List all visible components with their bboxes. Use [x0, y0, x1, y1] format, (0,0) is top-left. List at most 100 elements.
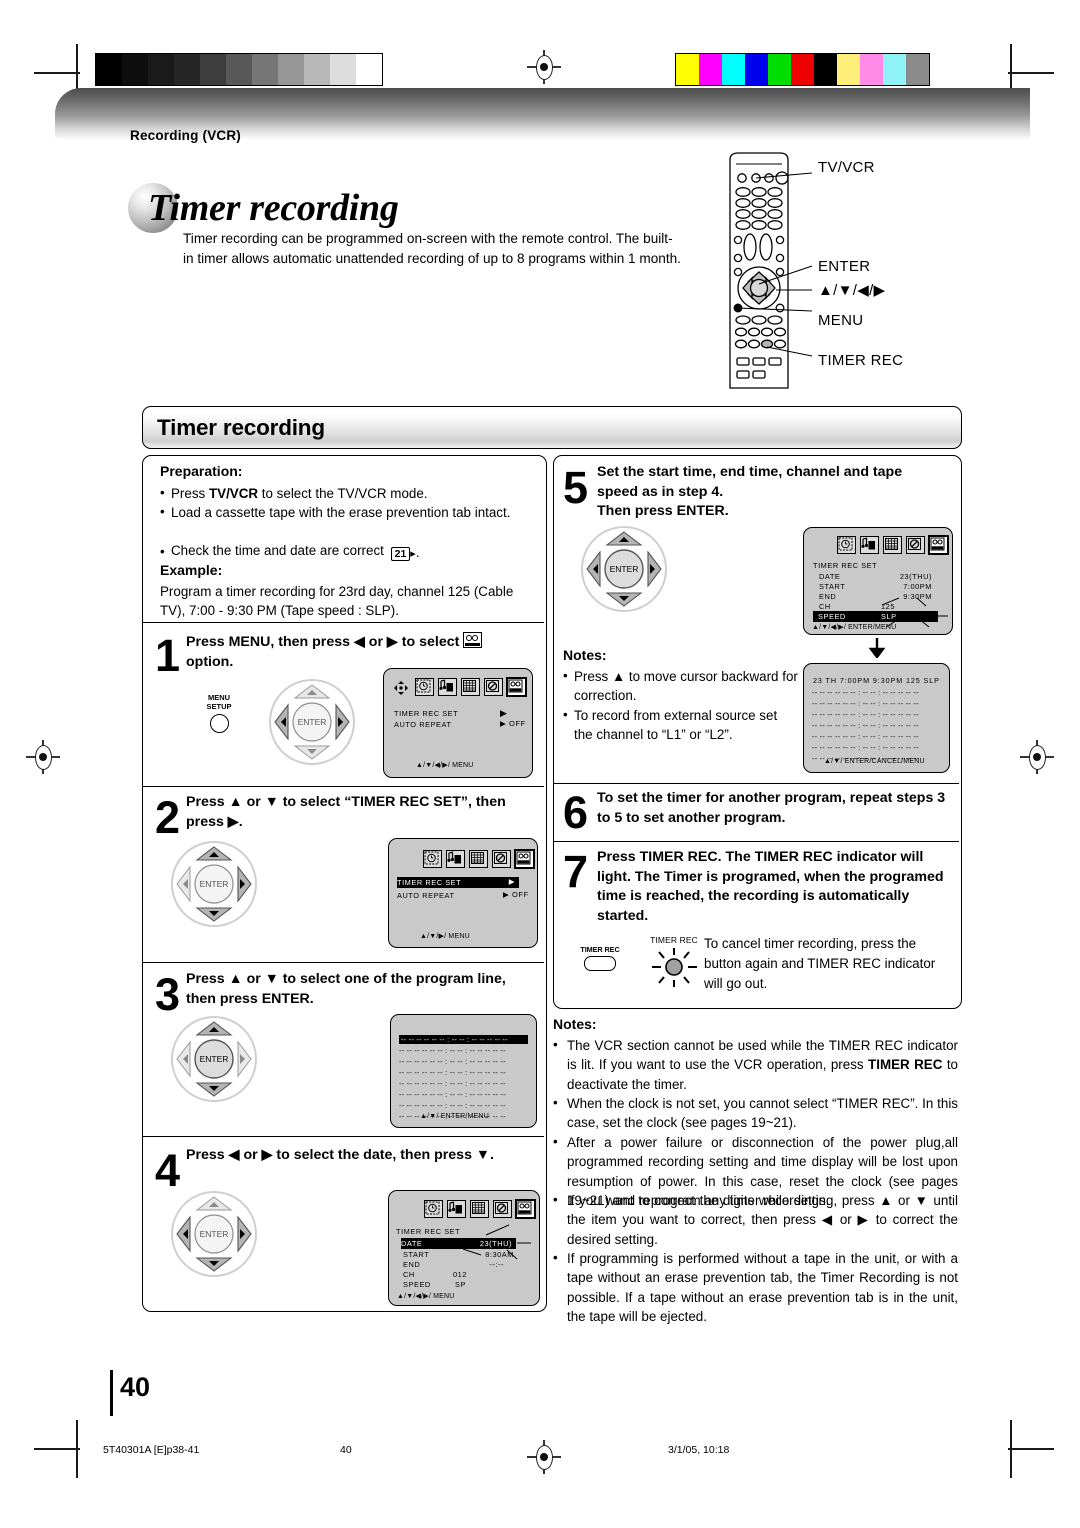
- osd-row-label: TIMER REC SET: [394, 709, 459, 718]
- preparation-item-2: Load a cassette tape with the erase prev…: [160, 502, 532, 522]
- clock-icon: [415, 678, 434, 696]
- gray-swatch: [304, 54, 330, 85]
- gray-swatch: [356, 54, 382, 85]
- osd-icon-row: [423, 850, 534, 868]
- step-3-text: Press ▲ or ▼ to select one of the progra…: [186, 971, 506, 1007]
- callout-menu: MENU: [818, 312, 864, 329]
- svg-text:ENTER: ENTER: [200, 1229, 229, 1239]
- page-title: Timer recording: [148, 187, 399, 229]
- osd-row-ch: CH 125: [819, 602, 895, 611]
- step-2-text: Press ▲ or ▼ to select “TIMER REC SET”, …: [186, 794, 506, 830]
- osd-program-row: -- -- -- -- -- -- : -- -- : -- -- -- -- …: [812, 721, 919, 730]
- osd-program-row: -- -- -- -- -- -- : -- -- : -- -- -- -- …: [812, 732, 919, 741]
- svg-text:ENTER: ENTER: [200, 879, 229, 889]
- osd-footer: ▲/▼/ ENTER/MENU: [420, 1113, 489, 1120]
- osd-flow-arrow: [868, 638, 886, 663]
- osd-menu-step-2: TIMER REC SET ▶ AUTO REPEAT ▶ OFF ▲/▼/▶/…: [388, 838, 538, 948]
- osd-row-date: DATE 23(THU): [401, 1238, 516, 1249]
- example-text: Program a timer recording for 23rd day, …: [160, 584, 514, 619]
- notes-bottom-item-4: If you want to correct the digits while …: [553, 1190, 958, 1249]
- notes-bottom-item-1: The VCR section cannot be used while the…: [553, 1035, 958, 1094]
- color-swatch: [883, 54, 906, 85]
- notes-mid-heading: Notes:: [563, 647, 607, 663]
- osd-row-speed: SPEED SP: [403, 1280, 466, 1289]
- page-number: 40: [120, 1372, 151, 1402]
- osd-cursor-icon: [393, 680, 409, 696]
- osd-row-end: END 9:30PM: [819, 592, 932, 601]
- registration-mark-left: [26, 740, 60, 774]
- divider-step1-step2: [143, 786, 544, 788]
- osd-program-row: -- -- -- -- -- -- : -- -- : -- -- -- -- …: [399, 1101, 506, 1110]
- dpad-step-3: ENTER: [170, 1015, 258, 1103]
- channel-grid-icon: [470, 1200, 489, 1218]
- color-swatch: [837, 54, 860, 85]
- vcr-icon-inline: [463, 632, 483, 648]
- menu-setup-button-diagram: MENU SETUP: [192, 693, 246, 736]
- clock-icon: [837, 536, 856, 554]
- timer-rec-indicator-label: TIMER REC: [650, 935, 698, 945]
- gray-swatch: [148, 54, 174, 85]
- timer-rec-button-label: TIMER REC: [580, 945, 620, 954]
- crop-mark-top-right-h: [1008, 72, 1054, 74]
- osd-footer: ▲/▼/◀/▶/ MENU: [416, 762, 474, 769]
- callout-enter: ENTER: [818, 258, 871, 275]
- color-swatch: [906, 54, 929, 85]
- notes-mid-item-1: Press ▲ to move cursor backward for corr…: [563, 666, 799, 706]
- audio-icon: [438, 678, 457, 696]
- dpad-step-4: ENTER: [170, 1190, 258, 1278]
- divider-step3-step4: [143, 1136, 544, 1138]
- osd-timer-rec-set-step-5: TIMER REC SET DATE 23(THU) START 7:00PM …: [803, 527, 953, 635]
- notes-bottom-item-5: If programming is performed without a ta…: [553, 1248, 958, 1327]
- osd-icon-row: [837, 536, 948, 554]
- notes-mid-item-2: To record from external source set the c…: [563, 705, 799, 745]
- svg-text:ENTER: ENTER: [610, 564, 639, 574]
- svg-text:ENTER: ENTER: [298, 717, 327, 727]
- crop-mark-bottom-right-h: [1008, 1448, 1054, 1450]
- gray-swatch: [226, 54, 252, 85]
- led-blinking-icon: [652, 948, 697, 987]
- callout-tv-vcr: TV/VCR: [818, 159, 875, 176]
- gray-swatch: [252, 54, 278, 85]
- audio-icon: [446, 850, 465, 868]
- step-4-text: Press ◀ or ▶ to select the date, then pr…: [186, 1147, 494, 1163]
- preparation-item-1: Press TV/VCR to select the TV/VCR mode.: [160, 483, 532, 503]
- osd-program-rows: -- -- -- -- -- -- : -- -- : -- -- -- -- …: [399, 1035, 528, 1123]
- timer-rec-button-diagram: TIMER REC: [570, 945, 630, 971]
- osd-program-row: -- -- -- -- -- -- : -- -- : -- -- -- -- …: [399, 1046, 506, 1055]
- footer-timestamp: 3/1/05, 10:18: [668, 1444, 730, 1456]
- osd-program-rows: -- -- -- -- -- -- : -- -- : -- -- -- -- …: [812, 688, 941, 765]
- step-1-text: Press MENU, then press ◀ or ▶ to select …: [186, 630, 531, 672]
- osd-icon-row: [424, 1200, 535, 1218]
- vcr-icon: [515, 850, 534, 868]
- osd-row-ch: CH 012: [403, 1270, 467, 1279]
- registration-mark-top: [527, 50, 561, 84]
- osd-row-date: DATE 23(THU): [819, 572, 932, 581]
- osd-row-highlight: TIMER REC SET ▶: [397, 877, 519, 888]
- block-icon: [492, 850, 511, 868]
- divider-step6-step7: [554, 841, 959, 843]
- osd-row-value: ▶ OFF: [503, 890, 529, 899]
- menu-setup-label: MENU SETUP: [206, 693, 232, 711]
- osd-footer: ▲/▼/◀/▶/ ENTER/MENU: [812, 624, 897, 631]
- osd-row-label: AUTO REPEAT: [394, 720, 452, 729]
- page-ref-badge: 21 ▸.: [390, 543, 420, 564]
- example-heading: Example:: [160, 562, 223, 578]
- step-7-number: 7: [563, 846, 589, 897]
- channel-grid-icon: [461, 678, 480, 696]
- vcr-icon: [929, 536, 948, 554]
- callout-timer-rec: TIMER REC: [818, 352, 904, 369]
- breadcrumb: Recording (VCR): [130, 128, 241, 143]
- registration-mark-right: [1020, 740, 1054, 774]
- osd-program-row: -- -- -- -- -- -- : -- -- : -- -- -- -- …: [399, 1090, 506, 1099]
- notes-bottom-item-2: When the clock is not set, you cannot se…: [553, 1093, 958, 1133]
- color-swatch: [768, 54, 791, 85]
- notes-bottom-heading: Notes:: [553, 1016, 597, 1032]
- osd-icon-row: [415, 678, 526, 696]
- timer-rec-indicator-diagram: TIMER REC: [638, 935, 710, 996]
- gray-swatch: [330, 54, 356, 85]
- osd-footer: ▲/▼/ ENTER/CANCEL/MENU: [824, 758, 925, 765]
- osd-program-list-filled: 23 TH 7:00PM 9:30PM 125 SLP -- -- -- -- …: [803, 663, 950, 773]
- color-swatch: [676, 54, 699, 85]
- page-number-rule: [110, 1370, 113, 1416]
- step-6-number: 6: [563, 787, 589, 838]
